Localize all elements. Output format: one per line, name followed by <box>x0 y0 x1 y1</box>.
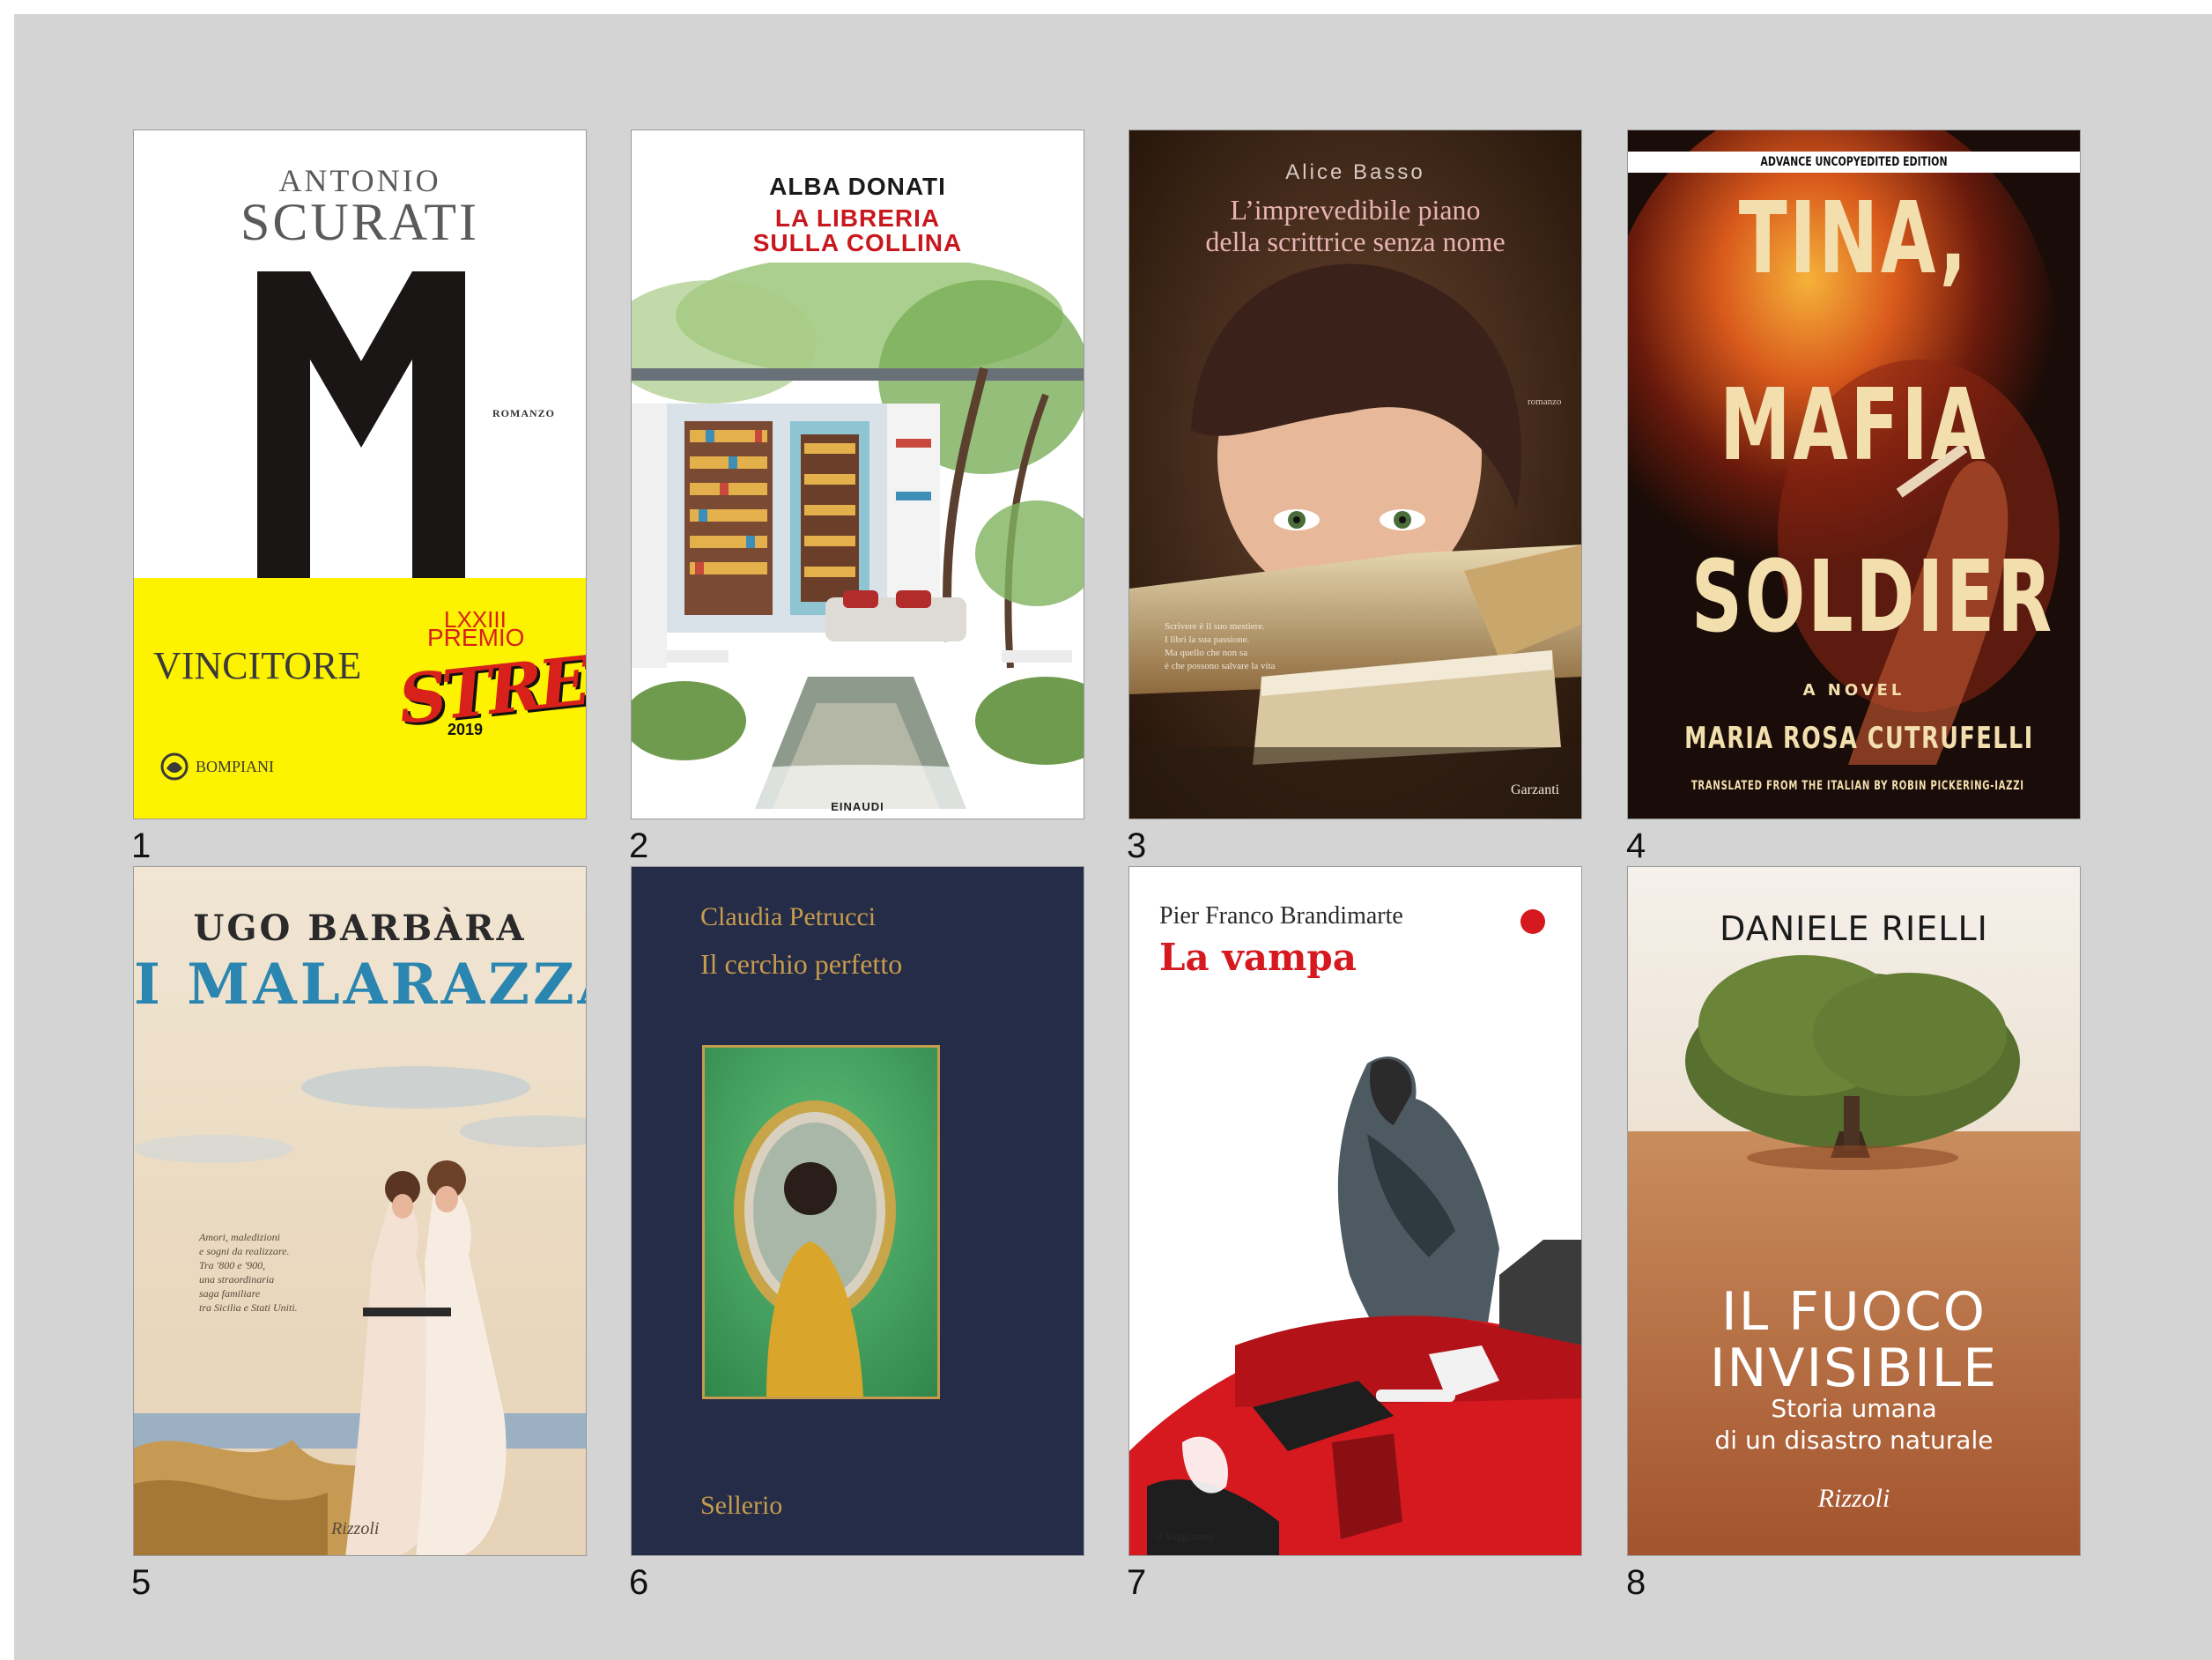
book1-publisher-icon <box>160 752 189 781</box>
book1-winner: VINCITORE <box>153 644 362 687</box>
book3-blurb-line: I libri la sua passione. <box>1165 634 1250 645</box>
book7-publisher: il Saggiatore <box>1156 1530 1215 1543</box>
book3-genre: romanzo <box>1528 396 1562 407</box>
book8-subtitle-line1: Storia umana <box>1771 1394 1937 1423</box>
book7-title: La vampa <box>1159 936 1358 979</box>
book2-publisher: EINAUDI <box>831 800 884 813</box>
book4-banner-text: ADVANCE UNCOPYEDITED EDITION <box>1760 155 1948 169</box>
book5-author: UGO BARBÀRA <box>193 908 527 949</box>
book-cover-8[interactable]: DANIELE RIELLI IL FUOCO INVISIBILE Stori… <box>1627 866 2081 1556</box>
book-cover-1[interactable]: ANTONIO SCURATI ROMANZO VINCITORE LXXIII… <box>133 130 587 819</box>
book1-award-year: 2019 <box>448 721 484 738</box>
book2-bookshop-illustration <box>632 263 1084 809</box>
book-cover-6[interactable]: Claudia Petrucci Il cerchio perfetto Sel… <box>631 866 1084 1556</box>
book3-author: Alice Basso <box>1285 160 1425 184</box>
book3-publisher: Garzanti <box>1511 782 1560 797</box>
book1-award-prize: PREMIO <box>427 624 525 651</box>
book-number-8: 8 <box>1626 1563 1646 1602</box>
book4-title-line2: MAFIA <box>1720 368 1988 483</box>
book4-title-line3: SOLDIER <box>1690 540 2055 655</box>
book5-publisher: Rizzoli <box>331 1519 380 1538</box>
book7-publisher-logo <box>1520 909 1545 934</box>
book8-publisher: Rizzoli <box>1817 1484 1890 1513</box>
book4-title-line1: TINA, <box>1738 182 1970 296</box>
book7-author: Pier Franco Brandimarte <box>1159 902 1403 930</box>
book-cover-7[interactable]: Pier Franco Brandimarte La vampa il Sagg… <box>1128 866 1582 1556</box>
book5-blurb-line: Tra '800 e '900, <box>199 1259 266 1271</box>
book7-car-illustration <box>1129 1056 1581 1555</box>
book-cover-2[interactable]: ALBA DONATI LA LIBRERIA SULLA COLLINA EI… <box>631 130 1084 819</box>
book-number-2: 2 <box>629 826 649 865</box>
book3-blurb-line: Ma quello che non sa <box>1165 648 1248 658</box>
book3-blurb-line: è che possono salvare la vita <box>1165 661 1276 671</box>
book5-blurb-line: Amori, maledizioni <box>199 1231 280 1243</box>
book-number-7: 7 <box>1127 1563 1147 1602</box>
book8-subtitle-line2: di un disastro naturale <box>1714 1426 1994 1455</box>
book4-subtitle: A NOVEL <box>1802 681 1905 700</box>
book3-blurb-line: Scrivere è il suo mestiere. <box>1165 621 1265 632</box>
book-number-1: 1 <box>131 826 152 865</box>
book6-publisher: Sellerio <box>700 1491 783 1520</box>
book-cover-5[interactable]: UGO BARBÀRA I MALARAZZA Amori, maledizio… <box>133 866 587 1556</box>
book6-mirror-illustration <box>705 1048 937 1397</box>
book1-genre: ROMANZO <box>492 407 555 419</box>
book2-title-line2: SULLA COLLINA <box>752 229 963 256</box>
book3-blurb: Scrivere è il suo mestiere. I libri la s… <box>1165 620 1276 673</box>
book5-blurb-line: e sogni da realizzare. <box>199 1245 290 1257</box>
book-number-3: 3 <box>1127 826 1147 865</box>
book6-author: Claudia Petrucci <box>700 902 877 931</box>
book4-author: MARIA ROSA CUTRUFELLI <box>1684 721 2034 756</box>
book-number-5: 5 <box>131 1563 152 1602</box>
book8-title-line1: IL FUOCO <box>1721 1281 1986 1343</box>
book5-blurb-line: tra Sicilia e Stati Uniti. <box>199 1301 298 1314</box>
book5-title: I MALARAZZA <box>134 952 587 1018</box>
book-cover-4[interactable]: ADVANCE UNCOPYEDITED EDITION TINA, MAFIA… <box>1627 130 2081 819</box>
book5-blurb-line: saga familiare <box>199 1287 261 1300</box>
book5-blurb-line: una straordinaria <box>199 1273 275 1286</box>
book6-title: Il cerchio perfetto <box>700 948 903 980</box>
book4-translator: TRANSLATED FROM THE ITALIAN BY ROBIN PIC… <box>1690 779 2024 793</box>
book-cover-3[interactable]: Alice Basso L’imprevedibile piano della … <box>1128 130 1582 819</box>
book3-title-line1: L’imprevedibile piano <box>1230 194 1481 226</box>
book1-publisher: BOMPIANI <box>196 758 275 775</box>
book8-author: DANIELE RIELLI <box>1720 909 1988 948</box>
book8-title-line2: INVISIBILE <box>1709 1338 1999 1399</box>
book-number-4: 4 <box>1626 826 1646 865</box>
book5-blurb: Amori, maledizioni e sogni da realizzare… <box>199 1230 298 1315</box>
book3-title-line2: della scrittrice senza nome <box>1205 226 1505 257</box>
book2-author: ALBA DONATI <box>769 173 946 200</box>
book-number-6: 6 <box>629 1563 649 1602</box>
